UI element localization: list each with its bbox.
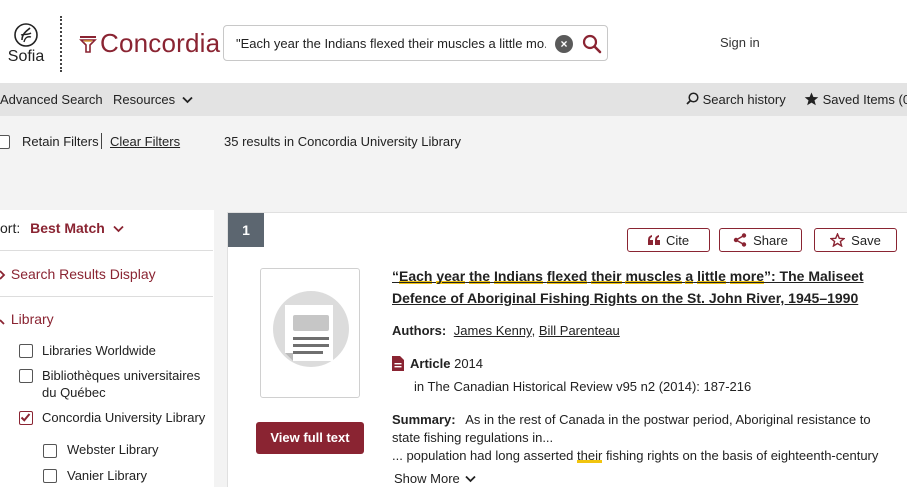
header: Sofia Concordia "Each year the Indians f…: [0, 0, 907, 83]
sort-control[interactable]: ort: Best Match: [0, 220, 124, 236]
concordia-mark-icon: [79, 35, 97, 53]
search-history-link[interactable]: Search history: [686, 92, 786, 107]
snippet-text: ... population had long asserted: [392, 448, 578, 463]
libraries-worldwide-label: Libraries Worldwide: [42, 343, 156, 358]
toolbar: Advanced Search Resources Search history…: [0, 83, 907, 116]
brand-name: Concordia: [100, 28, 221, 58]
title-highlight: Indians: [493, 268, 543, 284]
save-label: Save: [851, 232, 881, 248]
bibliotheques-quebec-checkbox[interactable]: [19, 369, 33, 383]
save-button[interactable]: Save: [814, 228, 897, 252]
search-results-display-toggle[interactable]: Search Results Display: [0, 266, 156, 282]
webster-library-label: Webster Library: [67, 442, 159, 457]
saved-items-label: Saved Items (0): [822, 92, 907, 107]
author-link[interactable]: Bill Parenteau: [539, 323, 620, 338]
chevron-down-icon: [465, 475, 477, 483]
authors-label: Authors:: [392, 323, 447, 338]
snippet-highlight: their: [577, 448, 603, 463]
sidebar: ort: Best Match Search Results Display L…: [0, 210, 214, 487]
saved-items-link[interactable]: Saved Items (0): [804, 92, 907, 107]
snippet-text: fishing rights on the basis of eighteent…: [602, 448, 879, 463]
result-count: 35 results in Concordia University Libra…: [224, 134, 461, 149]
author-separator: ,: [531, 323, 539, 338]
publication-year: 2014: [454, 356, 484, 371]
cite-button[interactable]: Cite: [627, 228, 710, 252]
vanier-library-checkbox[interactable]: [43, 469, 57, 483]
concordia-library-checkbox[interactable]: [19, 411, 33, 425]
history-search-icon: [686, 92, 699, 105]
header-divider: [60, 16, 62, 72]
snippet: ... population had long asserted their f…: [392, 447, 902, 465]
retain-filters-label: Retain Filters: [22, 134, 99, 149]
webster-library-checkbox[interactable]: [43, 444, 57, 458]
share-button[interactable]: Share: [719, 228, 802, 252]
view-full-text-button[interactable]: View full text: [256, 422, 364, 454]
retain-filters-checkbox[interactable]: [0, 135, 10, 149]
summary-label: Summary:: [392, 412, 456, 427]
checkmark-icon: [20, 413, 31, 422]
sort-label: ort:: [0, 220, 21, 236]
concordia-logo[interactable]: Concordia: [78, 28, 220, 59]
filter-bar: Retain Filters Clear Filters 35 results …: [0, 116, 907, 168]
article-icon: [392, 356, 404, 371]
result-rank: 1: [228, 213, 264, 247]
title-highlight: year: [436, 268, 466, 284]
summary: Summary: As in the rest of Canada in the…: [392, 411, 902, 447]
source-citation: in The Canadian Historical Review v95 n2…: [414, 379, 752, 394]
clear-filters-link[interactable]: Clear Filters: [110, 134, 180, 149]
share-icon: [733, 233, 747, 247]
result-card: 1 Cite Share Save View full text “Each y…: [227, 212, 907, 487]
sidebar-divider: [0, 296, 213, 297]
library-label: Library: [10, 311, 54, 327]
title-highlight: little: [697, 268, 726, 284]
cite-label: Cite: [665, 232, 690, 248]
search-box[interactable]: "Each year the Indians flexed their musc…: [223, 25, 608, 61]
show-more-label: Show More: [394, 471, 460, 486]
result-title-link[interactable]: “Each year the Indians flexed their musc…: [392, 265, 902, 309]
show-more-toggle[interactable]: Show More: [394, 471, 477, 486]
library-filter-toggle[interactable]: Library: [0, 311, 54, 327]
title-highlight: muscles: [625, 268, 682, 284]
title-highlight: Each: [399, 268, 433, 284]
chevron-down-icon: [0, 319, 5, 325]
sofia-icon: [14, 23, 38, 47]
authors: Authors: James Kenny, Bill Parenteau: [392, 323, 620, 338]
share-label: Share: [753, 232, 788, 248]
star-outline-icon: [830, 233, 846, 247]
search-input[interactable]: "Each year the Indians flexed their musc…: [236, 36, 546, 51]
vanier-library-label: Vanier Library: [67, 468, 147, 483]
chevron-down-icon: [182, 96, 193, 104]
sofia-label: Sofia: [7, 48, 45, 65]
resources-menu[interactable]: Resources: [113, 92, 193, 107]
star-icon: [804, 92, 819, 106]
document-thumbnail[interactable]: [260, 268, 360, 398]
quote-icon: [647, 235, 660, 245]
title-highlight: flexed: [546, 268, 588, 284]
summary-text: As in the rest of Canada in the postwar …: [392, 412, 871, 445]
sofia-logo[interactable]: Sofia: [4, 22, 48, 65]
concordia-library-label: Concordia University Library: [42, 410, 206, 425]
search-results-display-label: Search Results Display: [10, 266, 156, 282]
sort-value: Best Match: [30, 220, 105, 236]
title-segment: “: [392, 268, 399, 284]
clear-search-icon[interactable]: ×: [555, 35, 573, 53]
format-label: Article: [410, 356, 451, 371]
chevron-right-icon: [0, 270, 6, 280]
title-highlight: their: [591, 268, 622, 284]
title-highlight: the: [469, 268, 491, 284]
sign-in-link[interactable]: Sign in: [720, 35, 760, 50]
author-link[interactable]: James Kenny: [454, 323, 532, 338]
document-icon: [273, 291, 349, 367]
search-icon[interactable]: [582, 34, 602, 54]
libraries-worldwide-checkbox[interactable]: [19, 344, 33, 358]
advanced-search-link[interactable]: Advanced Search: [0, 92, 103, 107]
resources-label: Resources: [113, 92, 176, 107]
bibliotheques-quebec-label: Bibliothèques universitaires du Québec: [42, 368, 201, 400]
document-type: Article 2014: [392, 356, 483, 371]
sidebar-divider: [0, 250, 213, 251]
chevron-down-icon: [113, 225, 124, 233]
search-history-label: Search history: [702, 92, 786, 107]
title-highlight: more: [729, 268, 764, 284]
filter-separator: [101, 133, 102, 149]
